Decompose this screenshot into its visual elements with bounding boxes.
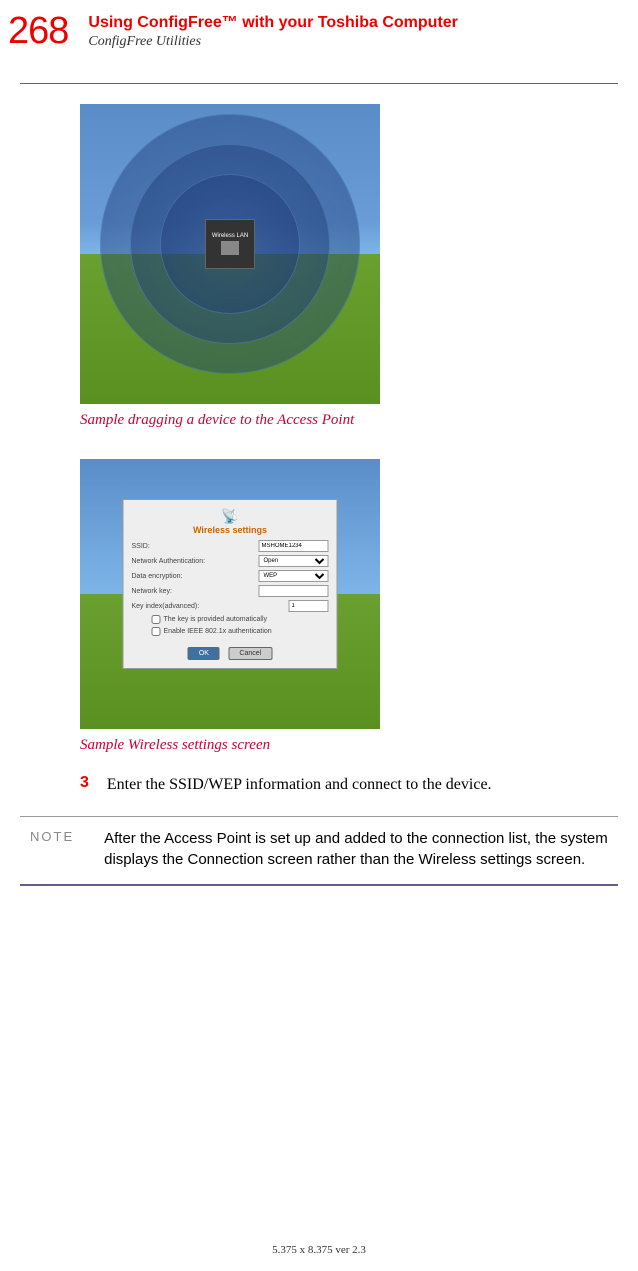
header-rule (20, 83, 618, 84)
dialog-title: Wireless settings (132, 525, 329, 535)
auto-key-checkbox[interactable] (152, 615, 161, 624)
center-device: Wireless LAN (205, 219, 255, 269)
antenna-icon: 📡 (132, 508, 329, 525)
ieee-checkbox[interactable] (152, 627, 161, 636)
caption-1: Sample dragging a device to the Access P… (80, 412, 608, 429)
radar-circles: Wireless LAN (100, 114, 360, 374)
ieee-label: Enable IEEE 802.1x authentication (164, 628, 272, 635)
auth-label: Network Authentication: (132, 558, 206, 565)
key-row: Network key: (132, 585, 329, 597)
header-subtitle: ConfigFree Utilities (88, 34, 457, 50)
step-text: Enter the SSID/WEP information and conne… (107, 774, 492, 796)
key-index-label: Key index(advanced): (132, 603, 200, 610)
checkbox-ieee: Enable IEEE 802.1x authentication (152, 627, 329, 636)
key-index-row: Key index(advanced): (132, 600, 329, 612)
note-section: NOTE After the Access Point is set up an… (20, 816, 618, 886)
ok-button[interactable]: OK (188, 647, 220, 660)
key-index-input[interactable] (289, 600, 329, 612)
screenshot-wireless-settings: 📡 Wireless settings SSID: Network Authen… (80, 459, 380, 729)
ssid-input[interactable] (259, 540, 329, 552)
encrypt-row: Data encryption: WEP (132, 570, 329, 582)
key-label: Network key: (132, 588, 172, 595)
content-area: Wireless LAN Sample dragging a device to… (0, 104, 638, 796)
step-number: 3 (80, 774, 89, 796)
auth-select[interactable]: Open (259, 555, 329, 567)
dialog-buttons: OK Cancel (132, 642, 329, 660)
key-input[interactable] (259, 585, 329, 597)
header-title: Using ConfigFree™ with your Toshiba Comp… (88, 14, 457, 32)
page-header: 268 Using ConfigFree™ with your Toshiba … (0, 0, 638, 63)
header-text-block: Using ConfigFree™ with your Toshiba Comp… (88, 10, 457, 50)
encrypt-label: Data encryption: (132, 573, 183, 580)
checkbox-auto-key: The key is provided automatically (152, 615, 329, 624)
note-label: NOTE (20, 829, 74, 870)
page-number: 268 (8, 10, 68, 53)
caption-2: Sample Wireless settings screen (80, 737, 608, 754)
cancel-button[interactable]: Cancel (228, 647, 272, 660)
ssid-row: SSID: (132, 540, 329, 552)
encrypt-select[interactable]: WEP (259, 570, 329, 582)
wireless-settings-dialog: 📡 Wireless settings SSID: Network Authen… (123, 499, 338, 669)
step-3-row: 3 Enter the SSID/WEP information and con… (80, 774, 608, 796)
note-text: After the Access Point is set up and add… (104, 829, 608, 870)
laptop-icon (221, 241, 239, 255)
device-label: Wireless LAN (212, 233, 248, 239)
auto-key-label: The key is provided automatically (164, 616, 268, 623)
screenshot-radar: Wireless LAN (80, 104, 380, 404)
footer-text: 5.375 x 8.375 ver 2.3 (0, 1244, 638, 1256)
ssid-label: SSID: (132, 543, 150, 550)
auth-row: Network Authentication: Open (132, 555, 329, 567)
